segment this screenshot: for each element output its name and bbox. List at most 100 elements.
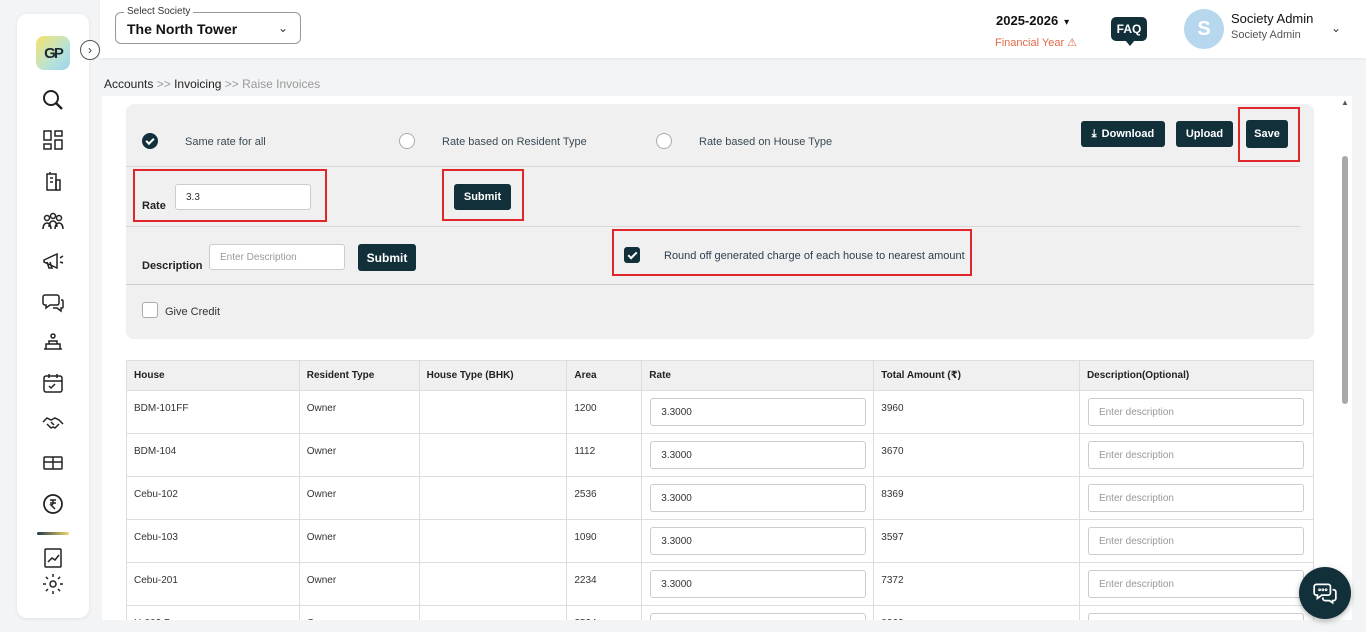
sidebar: GP	[17, 14, 89, 618]
house-type-cell	[419, 477, 567, 520]
resident-type-cell: Owner	[299, 606, 419, 621]
rate-input[interactable]: 3.3000	[650, 484, 866, 512]
rate-cell: 3.3000	[642, 434, 874, 477]
handshake-icon[interactable]	[39, 409, 67, 437]
announcement-icon[interactable]	[39, 247, 67, 275]
description-input[interactable]: Enter description	[1088, 613, 1304, 620]
invoice-settings-panel: Same rate for all Rate based on Resident…	[126, 104, 1314, 339]
society-select-value: The North Tower	[127, 21, 237, 37]
breadcrumb-accounts[interactable]: Accounts	[104, 77, 153, 91]
description-submit-button[interactable]: Submit	[358, 244, 416, 271]
same-rate-label: Same rate for all	[185, 136, 266, 148]
accounts-icon[interactable]	[39, 490, 67, 518]
area-cell: 1112	[567, 434, 642, 477]
financial-year-value: 2025-2026	[996, 13, 1058, 28]
column-header: Total Amount (₹)	[874, 361, 1080, 391]
house-cell: Cebu-102	[127, 477, 300, 520]
rate-cell: 3.3000	[642, 563, 874, 606]
column-header: Resident Type	[299, 361, 419, 391]
resident-type-cell: Owner	[299, 391, 419, 434]
chat-support-button[interactable]	[1299, 567, 1351, 619]
save-highlight-box	[1238, 107, 1300, 162]
area-cell: 2536	[567, 477, 642, 520]
residents-icon[interactable]	[39, 207, 67, 235]
rate-input[interactable]	[650, 613, 866, 620]
breadcrumb-invoicing[interactable]: Invoicing	[174, 77, 221, 91]
rate-highlight-box	[133, 169, 327, 222]
user-role: Society Admin	[1231, 29, 1301, 41]
give-credit-checkbox[interactable]	[142, 302, 158, 318]
description-input[interactable]: Enter description	[1088, 570, 1304, 598]
resident-type-radio[interactable]	[399, 133, 415, 149]
house-cell: H-002 B	[127, 606, 300, 621]
sidebar-collapse-button[interactable]: ›	[80, 40, 100, 60]
description-cell: Enter description	[1079, 391, 1313, 434]
avatar[interactable]: S	[1184, 9, 1224, 49]
column-header: Description(Optional)	[1079, 361, 1313, 391]
house-cell: Cebu-103	[127, 520, 300, 563]
same-rate-radio[interactable]	[142, 133, 158, 149]
reports-icon[interactable]	[39, 544, 67, 572]
column-header: Rate	[642, 361, 874, 391]
society-select[interactable]: Select Society The North Tower ⌄	[115, 12, 301, 44]
invoice-table: House Resident Type House Type (BHK) Are…	[126, 360, 1314, 620]
building-icon[interactable]	[39, 167, 67, 195]
table-row: H-002 B Owner 2534 8362 Enter descriptio…	[127, 606, 1314, 621]
description-input[interactable]: Enter description	[1088, 527, 1304, 555]
column-header: Area	[567, 361, 642, 391]
services-icon[interactable]	[39, 328, 67, 356]
house-type-radio[interactable]	[656, 133, 672, 149]
rate-input[interactable]: 3.3000	[650, 398, 866, 426]
table-row: BDM-104 Owner 1112 3.3000 3670 Enter des…	[127, 434, 1314, 477]
financial-year-selector[interactable]: 2025-2026▾ Financial Year ⚠	[996, 12, 1069, 30]
area-cell: 1200	[567, 391, 642, 434]
description-input[interactable]: Enter description	[1088, 441, 1304, 469]
description-cell: Enter description	[1079, 606, 1313, 621]
table-header-row: House Resident Type House Type (BHK) Are…	[127, 361, 1314, 391]
society-select-label: Select Society	[124, 6, 193, 17]
calendar-icon[interactable]	[39, 369, 67, 397]
total-cell: 8369	[874, 477, 1080, 520]
house-cell: BDM-104	[127, 434, 300, 477]
rate-input[interactable]: 3.3000	[650, 527, 866, 555]
resident-type-label: Rate based on Resident Type	[442, 136, 587, 148]
download-button[interactable]: ⤓Download	[1081, 121, 1165, 147]
house-cell: Cebu-201	[127, 563, 300, 606]
description-input[interactable]: Enter description	[1088, 484, 1304, 512]
rate-input[interactable]: 3.3000	[650, 441, 866, 469]
user-name: Society Admin	[1231, 11, 1313, 26]
total-cell: 7372	[874, 563, 1080, 606]
chat-icon[interactable]	[39, 288, 67, 316]
house-type-cell	[419, 434, 567, 477]
description-input[interactable]: Enter Description	[209, 244, 345, 270]
rate-input[interactable]: 3.3000	[650, 570, 866, 598]
area-cell: 2234	[567, 563, 642, 606]
amenities-icon[interactable]	[39, 449, 67, 477]
resident-type-cell: Owner	[299, 563, 419, 606]
user-menu-chevron-icon[interactable]: ⌄	[1331, 21, 1341, 35]
upload-button[interactable]: Upload	[1176, 121, 1233, 147]
rate-cell	[642, 606, 874, 621]
top-header: Select Society The North Tower ⌄ 2025-20…	[100, 0, 1366, 58]
dashboard-icon[interactable]	[39, 126, 67, 154]
content-scrollbar[interactable]: ▲	[1340, 98, 1350, 618]
column-header: House	[127, 361, 300, 391]
app-logo[interactable]: GP	[36, 36, 70, 70]
active-nav-indicator	[37, 532, 69, 535]
total-cell: 8362	[874, 606, 1080, 621]
description-cell: Enter description	[1079, 477, 1313, 520]
description-label: Description	[142, 260, 203, 272]
table-row: Cebu-201 Owner 2234 3.3000 7372 Enter de…	[127, 563, 1314, 606]
divider	[126, 226, 1300, 227]
faq-button[interactable]: FAQ	[1111, 17, 1147, 41]
submit-highlight-box	[442, 169, 524, 221]
rate-cell: 3.3000	[642, 391, 874, 434]
scrollbar-thumb[interactable]	[1342, 156, 1348, 404]
description-input[interactable]: Enter description	[1088, 398, 1304, 426]
house-type-label: Rate based on House Type	[699, 136, 832, 148]
area-cell: 2534	[567, 606, 642, 621]
settings-icon[interactable]	[39, 570, 67, 598]
search-icon[interactable]	[39, 86, 67, 114]
scroll-up-icon[interactable]: ▲	[1341, 98, 1349, 107]
resident-type-cell: Owner	[299, 434, 419, 477]
